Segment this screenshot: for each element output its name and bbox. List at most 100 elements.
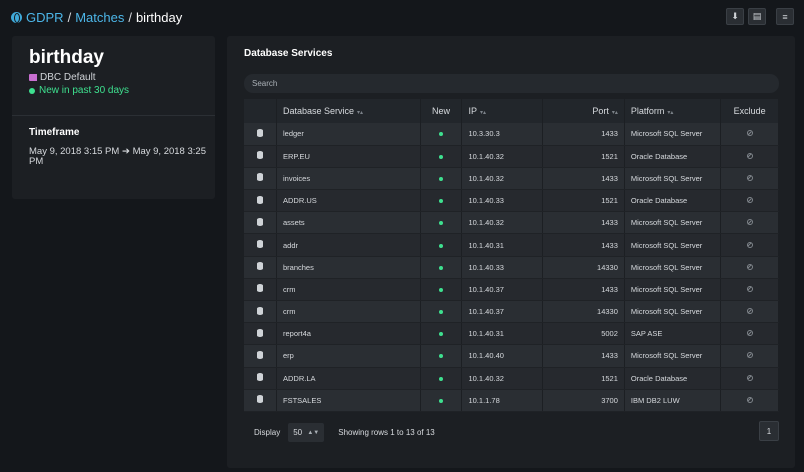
new-cell — [420, 233, 463, 257]
table-row[interactable]: ledger 10.3.30.3 1433 Microsoft SQL Serv… — [244, 123, 779, 146]
column-header-ip[interactable]: IP ▾▴ — [461, 99, 544, 123]
download-button[interactable]: ⬇ — [726, 8, 744, 25]
column-header-new: New — [420, 99, 463, 123]
service-name: assets — [276, 211, 421, 235]
globe-icon — [11, 11, 22, 23]
new-cell — [420, 256, 463, 279]
export-document-button[interactable]: ▤ — [748, 8, 766, 25]
service-name: ledger — [276, 123, 421, 146]
platform: Microsoft SQL Server — [624, 167, 722, 191]
exclude-icon[interactable] — [746, 330, 753, 337]
platform: Microsoft SQL Server — [624, 344, 722, 368]
breadcrumb-separator: / — [67, 9, 72, 25]
platform: Microsoft SQL Server — [624, 211, 722, 235]
table-row[interactable]: crm 10.1.40.37 14330 Microsoft SQL Serve… — [244, 300, 779, 324]
table-row[interactable]: invoices 10.1.40.32 1433 Microsoft SQL S… — [244, 167, 779, 191]
column-header-label: Exclude — [733, 106, 766, 116]
exclude-icon[interactable] — [746, 152, 753, 159]
database-cell — [244, 278, 277, 302]
exclude-icon[interactable] — [746, 396, 753, 403]
exclude-icon[interactable] — [746, 241, 753, 248]
database-cell — [244, 189, 277, 213]
column-header-service[interactable]: Database Service ▾▴ — [276, 99, 421, 123]
table-row[interactable]: crm 10.1.40.37 1433 Microsoft SQL Server — [244, 278, 779, 302]
service-name: ADDR.LA — [276, 367, 421, 390]
platform: SAP ASE — [624, 322, 722, 346]
table-row[interactable]: branches 10.1.40.33 14330 Microsoft SQL … — [244, 256, 779, 279]
port: 1433 — [542, 167, 625, 191]
database-icon — [256, 328, 263, 337]
exclude-icon[interactable] — [746, 197, 753, 204]
ip-address: 10.1.40.33 — [461, 189, 544, 213]
breadcrumb-gdpr-link[interactable]: GDPR — [26, 10, 64, 25]
exclude-icon[interactable] — [746, 374, 753, 381]
new-cell — [420, 211, 463, 235]
service-name: crm — [276, 300, 421, 324]
services-table: Database Service ▾▴ New IP ▾▴ Port ▾▴ Platf… — [244, 99, 779, 412]
column-header-port[interactable]: Port ▾▴ — [542, 99, 625, 123]
pagination-page-button[interactable]: 1 — [759, 421, 779, 441]
exclude-icon[interactable] — [746, 174, 753, 181]
exclude-cell — [720, 278, 779, 302]
database-cell — [244, 367, 277, 390]
new-indicator-icon — [439, 354, 444, 359]
exclude-icon[interactable] — [746, 130, 753, 137]
page-size-select[interactable]: 50 ▲▼ — [288, 423, 325, 442]
ip-address: 10.1.40.31 — [461, 322, 544, 346]
column-header-platform[interactable]: Platform ▾▴ — [624, 99, 722, 123]
platform: IBM DB2 LUW — [624, 389, 722, 412]
port: 14330 — [542, 300, 625, 324]
sort-icon: ▾▴ — [479, 110, 487, 116]
database-cell — [244, 300, 277, 324]
service-name: crm — [276, 278, 421, 302]
exclude-icon[interactable] — [746, 285, 753, 292]
port: 14330 — [542, 256, 625, 279]
search-input[interactable] — [244, 74, 779, 93]
column-header-label: IP — [468, 106, 477, 116]
tag-text: DBC Default — [40, 72, 96, 83]
breadcrumb-matches-link[interactable]: Matches — [75, 10, 124, 25]
summary-panel: birthday DBC Default New in past 30 days… — [12, 36, 215, 199]
database-cell — [244, 344, 277, 368]
service-name: erp — [276, 344, 421, 368]
toolbar: ⬇ ▤ ≡ — [726, 8, 794, 25]
database-icon — [256, 151, 263, 160]
platform: Oracle Database — [624, 367, 722, 390]
exclude-icon[interactable] — [746, 263, 753, 270]
port: 3700 — [542, 389, 625, 412]
ip-address: 10.1.40.32 — [461, 145, 544, 168]
sort-icon: ▾▴ — [667, 110, 674, 116]
exclude-cell — [720, 167, 779, 191]
exclude-icon[interactable] — [746, 219, 753, 226]
exclude-cell — [720, 189, 779, 213]
exclude-icon[interactable] — [746, 352, 753, 359]
table-row[interactable]: assets 10.1.40.32 1433 Microsoft SQL Ser… — [244, 211, 779, 235]
menu-icon: ≡ — [782, 11, 788, 22]
tag-label: DBC Default — [29, 72, 96, 83]
database-cell — [244, 322, 277, 346]
database-cell — [244, 211, 277, 235]
database-icon — [256, 262, 263, 271]
database-icon — [256, 395, 263, 404]
rows-info: Showing rows 1 to 13 of 13 — [338, 428, 435, 437]
new-indicator-icon — [439, 176, 444, 181]
table-row[interactable]: erp 10.1.40.40 1433 Microsoft SQL Server — [244, 344, 779, 368]
platform: Microsoft SQL Server — [624, 278, 722, 302]
new-indicator-icon — [439, 287, 444, 292]
table-row[interactable]: report4a 10.1.40.31 5002 SAP ASE — [244, 322, 779, 346]
sort-icon: ▾▴ — [611, 110, 618, 116]
table-row[interactable]: FSTSALES 10.1.1.78 3700 IBM DB2 LUW — [244, 389, 779, 412]
ip-address: 10.1.40.40 — [461, 344, 544, 368]
table-row[interactable]: ERP.EU 10.1.40.32 1521 Oracle Database — [244, 145, 779, 168]
exclude-icon[interactable] — [746, 308, 753, 315]
platform: Microsoft SQL Server — [624, 123, 722, 146]
menu-button[interactable]: ≡ — [776, 8, 794, 25]
database-cell — [244, 145, 277, 168]
new-cell — [420, 167, 463, 191]
platform: Oracle Database — [624, 189, 722, 213]
table-row[interactable]: addr 10.1.40.31 1433 Microsoft SQL Serve… — [244, 233, 779, 257]
new-indicator-icon — [439, 154, 444, 159]
top-bar: GDPR / Matches / birthday ⬇ ▤ ≡ — [0, 0, 804, 34]
table-row[interactable]: ADDR.LA 10.1.40.32 1521 Oracle Database — [244, 367, 779, 390]
table-row[interactable]: ADDR.US 10.1.40.33 1521 Oracle Database — [244, 189, 779, 213]
